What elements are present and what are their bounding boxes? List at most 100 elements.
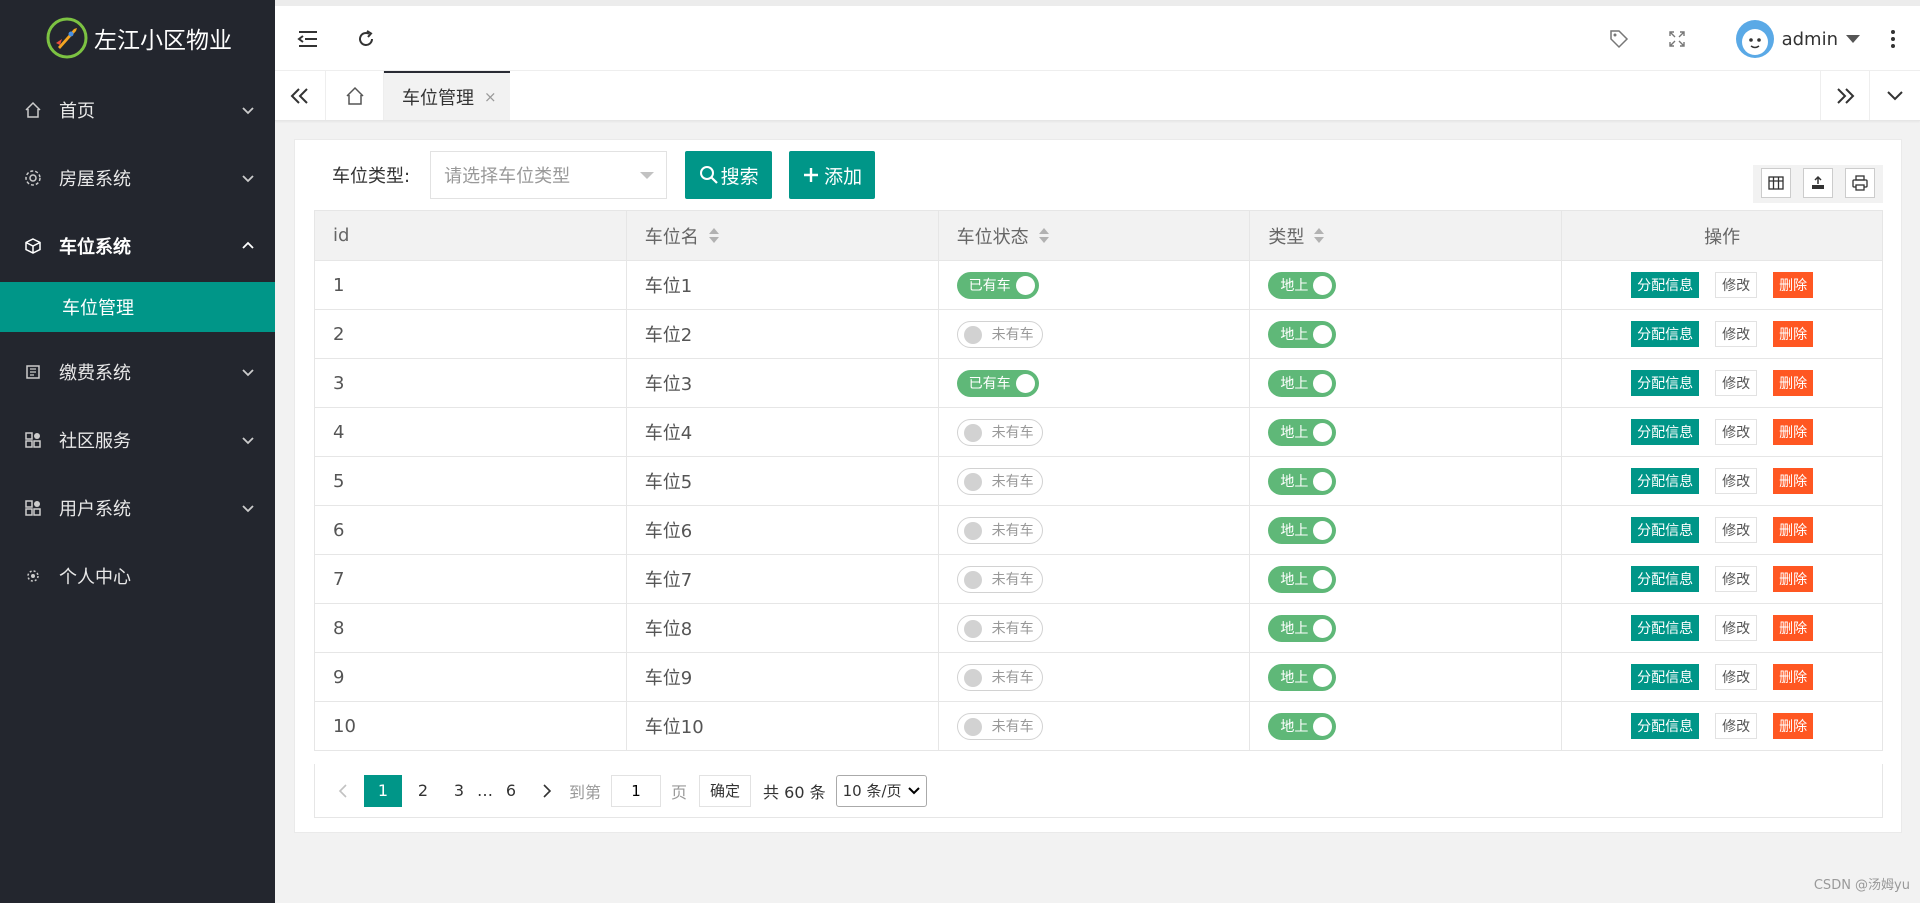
menu-toggle-icon[interactable]	[295, 26, 321, 52]
sort-icon[interactable]	[708, 228, 719, 243]
tag-icon[interactable]	[1606, 26, 1632, 52]
assign-button[interactable]: 分配信息	[1631, 321, 1700, 347]
columns-filter-icon[interactable]	[1761, 168, 1791, 198]
tab-parking-manage[interactable]: 车位管理 ×	[384, 71, 510, 120]
edit-button[interactable]: 修改	[1715, 517, 1758, 543]
sidebar-subitem-parking-manage[interactable]: 车位管理	[0, 282, 275, 332]
assign-button[interactable]: 分配信息	[1631, 468, 1700, 494]
type-switch[interactable]: 地上	[1268, 271, 1337, 299]
status-switch[interactable]: 未有车	[956, 467, 1043, 495]
tab-home-icon[interactable]	[326, 71, 384, 120]
type-switch[interactable]: 地上	[1268, 565, 1337, 593]
edit-button[interactable]: 修改	[1715, 321, 1758, 347]
app-icon	[24, 499, 42, 517]
page-2[interactable]: 2	[408, 775, 438, 807]
sidebar-item-community[interactable]: 社区服务	[0, 406, 275, 474]
status-switch[interactable]: 已有车	[956, 271, 1039, 299]
delete-button[interactable]: 删除	[1773, 419, 1814, 445]
type-switch[interactable]: 地上	[1268, 369, 1337, 397]
status-switch[interactable]: 未有车	[956, 614, 1043, 642]
assign-button[interactable]: 分配信息	[1631, 615, 1700, 641]
sidebar-item-home[interactable]: 首页	[0, 76, 275, 144]
delete-button[interactable]: 删除	[1773, 566, 1814, 592]
status-switch[interactable]: 未有车	[956, 418, 1043, 446]
status-switch[interactable]: 未有车	[956, 516, 1043, 544]
delete-button[interactable]: 删除	[1773, 713, 1814, 739]
search-button[interactable]: 搜索	[685, 151, 773, 199]
assign-button[interactable]: 分配信息	[1631, 370, 1700, 396]
type-select[interactable]: 请选择车位类型	[430, 151, 668, 199]
cell-id: 8	[315, 604, 627, 652]
header-label: 车位名	[644, 226, 699, 248]
edit-button[interactable]: 修改	[1715, 615, 1758, 641]
edit-button[interactable]: 修改	[1715, 664, 1758, 690]
logo[interactable]: 左江小区物业	[0, 0, 275, 76]
assign-button[interactable]: 分配信息	[1631, 566, 1700, 592]
status-switch[interactable]: 未有车	[956, 663, 1043, 691]
page-3[interactable]: 3	[444, 775, 474, 807]
sidebar-item-parking[interactable]: 车位系统	[0, 212, 275, 280]
page-size-select[interactable]: 10 条/页	[835, 774, 927, 807]
tab-label: 车位管理	[402, 87, 474, 109]
edit-button[interactable]: 修改	[1715, 713, 1758, 739]
delete-button[interactable]: 删除	[1773, 272, 1814, 298]
tabs-scroll-right-icon[interactable]	[1820, 71, 1870, 120]
tabs-dropdown-icon[interactable]	[1870, 71, 1920, 120]
status-switch[interactable]: 未有车	[956, 320, 1043, 348]
cell-actions: 分配信息 修改 删除	[1562, 604, 1883, 652]
assign-button[interactable]: 分配信息	[1631, 664, 1700, 690]
status-switch[interactable]: 已有车	[956, 369, 1039, 397]
status-switch[interactable]: 未有车	[956, 565, 1043, 593]
type-label: 地上	[1280, 327, 1309, 343]
assign-button[interactable]: 分配信息	[1631, 272, 1700, 298]
edit-button[interactable]: 修改	[1715, 272, 1758, 298]
delete-button[interactable]: 删除	[1773, 321, 1814, 347]
delete-button[interactable]: 删除	[1773, 468, 1814, 494]
export-icon[interactable]	[1803, 168, 1833, 198]
sidebar-item-payment[interactable]: 缴费系统	[0, 338, 275, 406]
col-header-type[interactable]: 类型	[1250, 211, 1563, 260]
type-switch[interactable]: 地上	[1268, 467, 1337, 495]
col-header-name[interactable]: 车位名	[627, 211, 939, 260]
type-switch[interactable]: 地上	[1268, 516, 1337, 544]
page-6[interactable]: 6	[496, 775, 526, 807]
delete-button[interactable]: 删除	[1773, 370, 1814, 396]
type-switch[interactable]: 地上	[1268, 614, 1337, 642]
type-switch[interactable]: 地上	[1268, 712, 1337, 740]
goto-page-input[interactable]	[611, 774, 662, 807]
table-row: 1 车位1 已有车 地上 分配信息 修改 删除	[315, 261, 1883, 310]
add-button[interactable]: 添加	[789, 151, 876, 199]
type-switch[interactable]: 地上	[1268, 320, 1337, 348]
delete-button[interactable]: 删除	[1773, 615, 1814, 641]
next-page-icon[interactable]	[532, 775, 562, 807]
close-icon[interactable]: ×	[484, 88, 497, 106]
sort-icon[interactable]	[1314, 228, 1325, 243]
type-switch[interactable]: 地上	[1268, 418, 1337, 446]
delete-button[interactable]: 删除	[1773, 517, 1814, 543]
delete-button[interactable]: 删除	[1773, 664, 1814, 690]
sort-icon[interactable]	[1038, 228, 1049, 243]
prev-page-icon[interactable]	[328, 775, 358, 807]
status-switch[interactable]: 未有车	[956, 712, 1043, 740]
edit-button[interactable]: 修改	[1715, 370, 1758, 396]
assign-button[interactable]: 分配信息	[1631, 713, 1700, 739]
edit-button[interactable]: 修改	[1715, 566, 1758, 592]
type-switch[interactable]: 地上	[1268, 663, 1337, 691]
assign-button[interactable]: 分配信息	[1631, 517, 1700, 543]
sidebar-item-profile[interactable]: 个人中心	[0, 542, 275, 610]
print-icon[interactable]	[1845, 168, 1875, 198]
col-header-status[interactable]: 车位状态	[939, 211, 1251, 260]
tabs-scroll-left-icon[interactable]	[275, 71, 326, 120]
sidebar-item-users[interactable]: 用户系统	[0, 474, 275, 542]
user-menu[interactable]: admin	[1735, 20, 1860, 58]
goto-confirm-button[interactable]: 确定	[699, 774, 752, 807]
page-1[interactable]: 1	[364, 774, 402, 807]
fullscreen-icon[interactable]	[1664, 26, 1690, 52]
edit-button[interactable]: 修改	[1715, 419, 1758, 445]
more-vertical-icon[interactable]	[1880, 26, 1906, 52]
col-header-id[interactable]: id	[315, 211, 627, 260]
edit-button[interactable]: 修改	[1715, 468, 1758, 494]
refresh-icon[interactable]	[353, 26, 379, 52]
sidebar-item-house[interactable]: 房屋系统	[0, 144, 275, 212]
assign-button[interactable]: 分配信息	[1631, 419, 1700, 445]
